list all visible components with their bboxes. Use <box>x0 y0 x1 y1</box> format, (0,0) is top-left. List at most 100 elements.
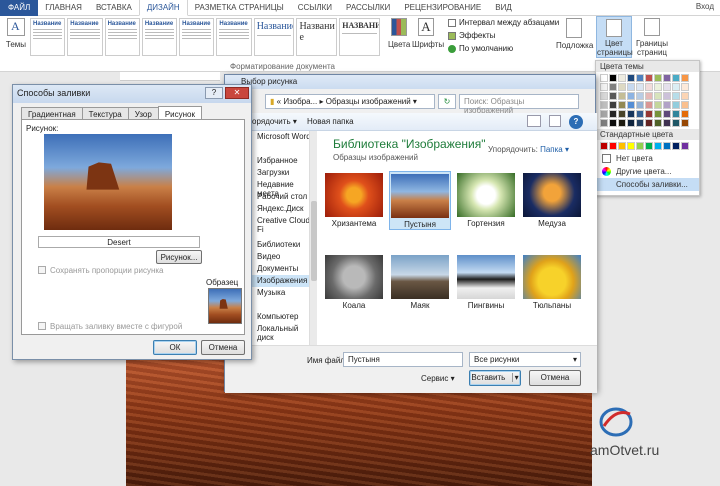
filename-input[interactable]: Пустыня <box>343 352 463 367</box>
color-swatch[interactable] <box>627 74 635 82</box>
color-swatch[interactable] <box>645 83 653 91</box>
color-swatch[interactable] <box>672 83 680 91</box>
color-swatch[interactable] <box>600 101 608 109</box>
color-swatch[interactable] <box>609 83 617 91</box>
color-swatch[interactable] <box>672 92 680 100</box>
themes-button[interactable]: A Темы <box>4 18 28 49</box>
style-thumb[interactable]: Название <box>30 18 66 56</box>
color-swatch[interactable] <box>645 101 653 109</box>
color-swatch[interactable] <box>663 110 671 118</box>
style-thumb[interactable]: Название <box>141 18 178 56</box>
new-folder-button[interactable]: Новая папка <box>307 117 354 126</box>
style-thumb[interactable]: Название <box>253 18 295 56</box>
picture-thumbnail[interactable]: Пингвины <box>455 253 517 310</box>
color-swatch[interactable] <box>681 74 689 82</box>
rotate-fill-checkbox[interactable] <box>38 322 46 330</box>
tab-review[interactable]: РЕЦЕНЗИРОВАНИЕ <box>397 0 488 16</box>
tab-home[interactable]: ГЛАВНАЯ <box>38 0 89 16</box>
color-swatch[interactable] <box>609 119 617 127</box>
tab-references[interactable]: ССЫЛКИ <box>291 0 339 16</box>
other-colors-item[interactable]: Другие цвета... <box>596 165 699 178</box>
page-borders-button[interactable]: Границы страниц <box>634 18 670 57</box>
tab-view[interactable]: ВИД <box>488 0 519 16</box>
picture-thumbnail[interactable]: Маяк <box>389 253 451 310</box>
color-swatch[interactable] <box>681 92 689 100</box>
picture-thumbnail[interactable]: Пустыня <box>389 171 451 230</box>
color-swatch[interactable] <box>627 110 635 118</box>
no-color-item[interactable]: Нет цвета <box>596 152 699 165</box>
fonts-button[interactable]: A Шрифты <box>412 18 444 49</box>
color-swatch[interactable] <box>654 92 662 100</box>
color-swatch[interactable] <box>654 119 662 127</box>
color-swatch[interactable] <box>600 74 608 82</box>
breadcrumb[interactable]: ▮ « Изобра... ▸ Образцы изображений ▾ <box>265 93 435 109</box>
color-swatch[interactable] <box>627 83 635 91</box>
color-swatch[interactable] <box>609 74 617 82</box>
color-swatch[interactable] <box>663 101 671 109</box>
standard-color-swatch[interactable] <box>672 142 680 150</box>
color-swatch[interactable] <box>654 101 662 109</box>
service-menu[interactable]: Сервис ▾ <box>421 374 455 383</box>
color-swatch[interactable] <box>636 83 644 91</box>
color-swatch[interactable] <box>681 101 689 109</box>
picture-thumbnail[interactable]: Медуза <box>521 171 583 228</box>
color-swatch[interactable] <box>618 119 626 127</box>
color-swatch[interactable] <box>618 83 626 91</box>
color-swatch[interactable] <box>627 92 635 100</box>
picture-thumbnail[interactable]: Коала <box>323 253 385 310</box>
color-swatch[interactable] <box>600 119 608 127</box>
picture-thumbnail[interactable]: Хризантема <box>323 171 385 228</box>
insert-button[interactable]: Вставить ▾ <box>469 370 521 386</box>
preview-pane-icon[interactable] <box>549 115 561 127</box>
effects-button[interactable]: Эффекты <box>448 31 495 40</box>
color-swatch[interactable] <box>654 74 662 82</box>
tab-mailings[interactable]: РАССЫЛКИ <box>339 0 397 16</box>
color-swatch[interactable] <box>609 101 617 109</box>
standard-color-swatch[interactable] <box>663 142 671 150</box>
tab-insert[interactable]: ВСТАВКА <box>89 0 139 16</box>
standard-color-swatch[interactable] <box>645 142 653 150</box>
color-swatch[interactable] <box>636 74 644 82</box>
color-swatch[interactable] <box>600 83 608 91</box>
color-swatch[interactable] <box>609 92 617 100</box>
standard-color-swatch[interactable] <box>600 142 608 150</box>
color-swatch[interactable] <box>636 110 644 118</box>
search-input[interactable]: Поиск: Образцы изображений <box>459 93 579 115</box>
tab-layout[interactable]: РАЗМЕТКА СТРАНИЦЫ <box>188 0 291 16</box>
color-swatch[interactable] <box>681 83 689 91</box>
color-swatch[interactable] <box>663 119 671 127</box>
keep-aspect-checkbox[interactable] <box>38 266 46 274</box>
ok-button[interactable]: ОК <box>153 340 197 355</box>
color-swatch[interactable] <box>663 83 671 91</box>
color-swatch[interactable] <box>618 101 626 109</box>
fill-effects-item[interactable]: Способы заливки... <box>596 178 699 191</box>
color-swatch[interactable] <box>672 119 680 127</box>
picture-thumbnail[interactable]: Тюльпаны <box>521 253 583 310</box>
color-swatch[interactable] <box>663 92 671 100</box>
standard-color-swatch[interactable] <box>654 142 662 150</box>
style-thumb[interactable]: Названи е <box>296 18 338 56</box>
color-swatch[interactable] <box>636 101 644 109</box>
view-toggle-icon[interactable] <box>527 115 541 127</box>
picture-cancel-button[interactable]: Отмена <box>529 370 581 386</box>
style-thumb[interactable]: Название <box>67 18 103 56</box>
color-swatch[interactable] <box>645 92 653 100</box>
watermark-button[interactable]: Подложка <box>556 18 593 50</box>
color-swatch[interactable] <box>654 110 662 118</box>
arrange-by[interactable]: Упорядочить: Папка ▾ <box>488 145 569 154</box>
color-swatch[interactable] <box>645 74 653 82</box>
standard-color-swatch[interactable] <box>636 142 644 150</box>
color-swatch[interactable] <box>636 119 644 127</box>
color-swatch[interactable] <box>600 110 608 118</box>
color-swatch[interactable] <box>672 110 680 118</box>
close-icon[interactable]: ✕ <box>225 87 249 99</box>
color-swatch[interactable] <box>627 119 635 127</box>
default-button[interactable]: По умолчанию <box>448 44 513 53</box>
color-swatch[interactable] <box>663 74 671 82</box>
tab-design[interactable]: ДИЗАЙН <box>138 0 188 16</box>
color-swatch[interactable] <box>645 110 653 118</box>
standard-color-swatch[interactable] <box>618 142 626 150</box>
colors-button[interactable]: Цвета <box>388 18 410 49</box>
help-button[interactable]: ? <box>205 87 223 99</box>
style-thumb[interactable]: Название <box>104 18 140 56</box>
